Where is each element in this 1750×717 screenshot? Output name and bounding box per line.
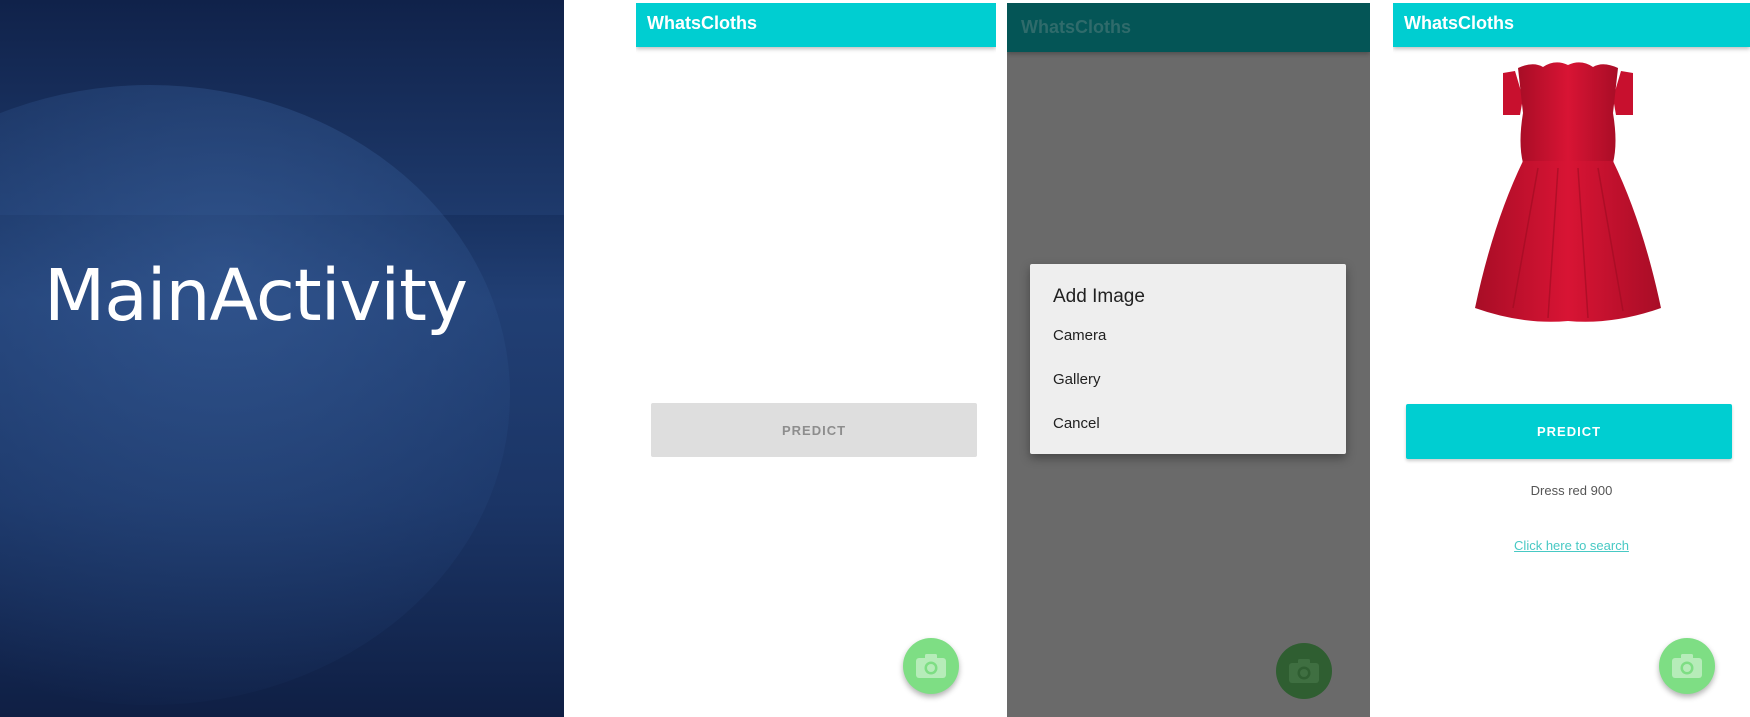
camera-icon <box>916 654 946 678</box>
app-title: WhatsCloths <box>1021 17 1131 37</box>
predict-button-disabled[interactable]: PREDICT <box>651 403 977 457</box>
camera-icon <box>1672 654 1702 678</box>
app-bar: WhatsCloths <box>1007 3 1370 52</box>
screen-dialog: WhatsCloths Add Image Camera Gallery Can… <box>1007 3 1370 717</box>
app-bar: WhatsCloths <box>1393 3 1750 47</box>
prediction-text: Dress red 900 <box>1530 483 1613 498</box>
dialog-option-camera[interactable]: Camera <box>1053 327 1106 344</box>
add-image-dialog: Add Image Camera Gallery Cancel <box>1030 264 1346 454</box>
app-bar: WhatsCloths <box>636 3 996 47</box>
dialog-title: Add Image <box>1053 286 1145 307</box>
camera-fab[interactable] <box>903 638 959 694</box>
dialog-option-gallery[interactable]: Gallery <box>1053 371 1101 388</box>
title-slide: MainActivity <box>0 0 564 717</box>
predict-button[interactable]: PREDICT <box>1406 404 1732 459</box>
red-dress-image <box>1475 62 1661 322</box>
camera-fab[interactable] <box>1659 638 1715 694</box>
camera-fab[interactable] <box>1276 643 1332 699</box>
camera-icon <box>1289 659 1319 683</box>
slide-title: MainActivity <box>44 254 468 337</box>
screen-empty: WhatsCloths PREDICT <box>636 3 996 717</box>
screen-result: WhatsCloths PREDICT Dress red 900 Click … <box>1393 3 1750 717</box>
app-title: WhatsCloths <box>1404 13 1514 33</box>
dialog-option-cancel[interactable]: Cancel <box>1053 415 1100 432</box>
search-link[interactable]: Click here to search <box>1393 538 1750 553</box>
app-title: WhatsCloths <box>647 13 757 33</box>
